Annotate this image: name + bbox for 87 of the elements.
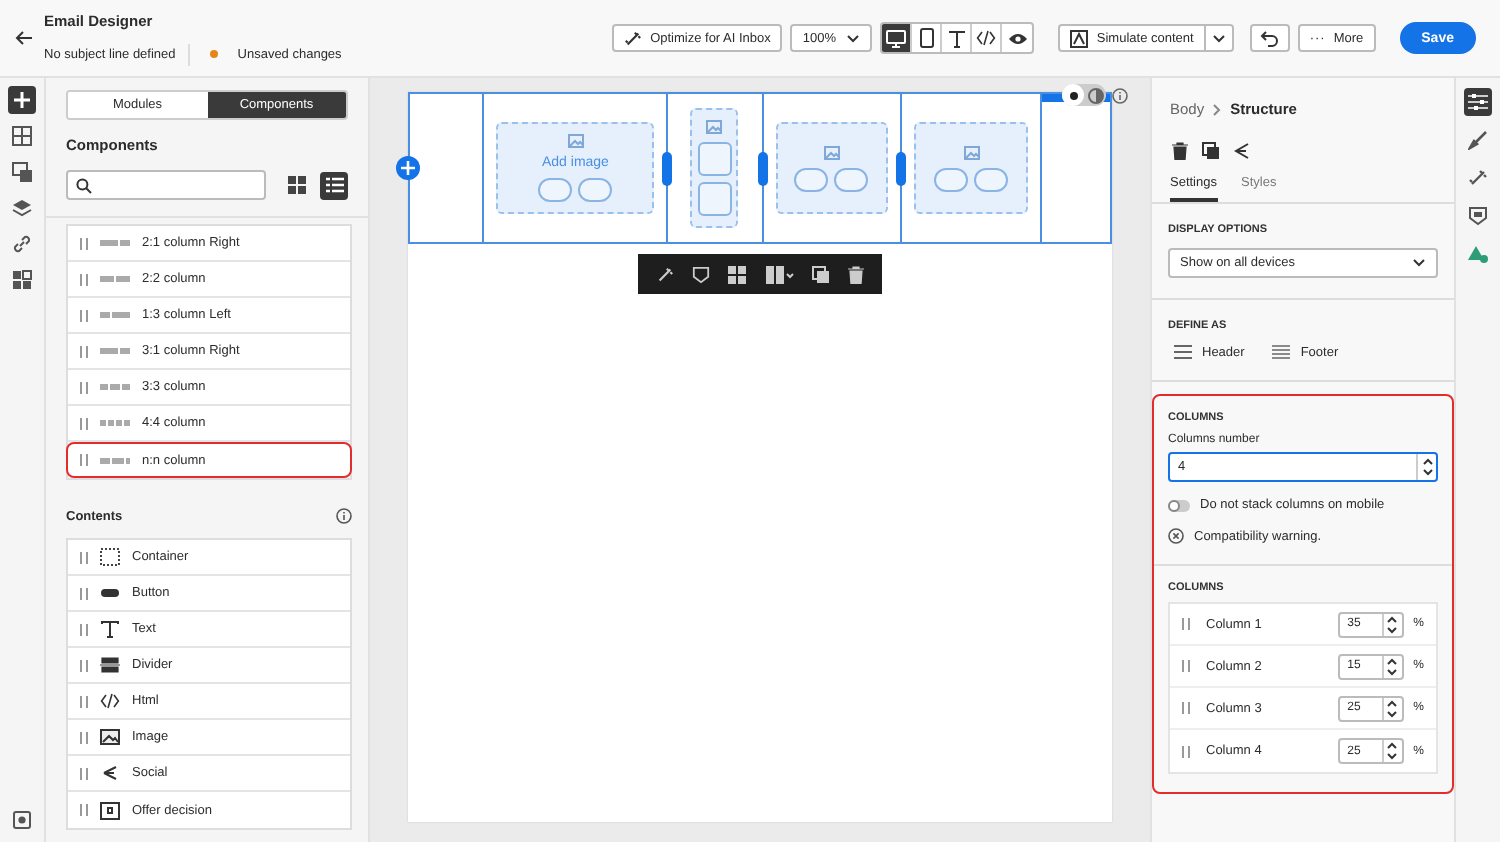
- html-icon: [100, 692, 120, 710]
- add-icon[interactable]: [396, 156, 420, 180]
- image-icon: [567, 134, 584, 148]
- grid-view-button[interactable]: [282, 171, 310, 199]
- desktop-view-button[interactable]: [882, 24, 913, 52]
- stack-toggle[interactable]: [1168, 499, 1190, 511]
- grid-icon: [287, 176, 305, 194]
- duplicate-icon[interactable]: [1202, 142, 1220, 160]
- social-icon: [100, 764, 120, 782]
- image-icon: [963, 145, 980, 159]
- chevron-down-icon[interactable]: [1386, 709, 1399, 717]
- undo-icon: [1259, 29, 1280, 47]
- plus-icon: [12, 90, 32, 110]
- chevron-down-icon[interactable]: [1386, 625, 1399, 633]
- apps-button[interactable]: [8, 266, 36, 294]
- settings-icon[interactable]: [12, 810, 32, 830]
- shapes-icon: [1468, 244, 1488, 264]
- grid-icon: [12, 126, 32, 146]
- chevron-icon: [1212, 103, 1223, 115]
- eye-icon: [1007, 31, 1028, 45]
- lines-icon: [1174, 344, 1192, 360]
- warning-icon: [1168, 528, 1184, 544]
- chevron-down-icon: [1412, 258, 1426, 268]
- apps-icon: [12, 270, 32, 290]
- brush-button[interactable]: [1464, 126, 1492, 154]
- contrast-icon: [1087, 87, 1103, 103]
- link-button[interactable]: [8, 230, 36, 258]
- simulate-menu-button[interactable]: [1205, 24, 1234, 52]
- columns-icon[interactable]: [765, 265, 794, 283]
- sparkle-icon[interactable]: [655, 265, 674, 283]
- chevron-up-icon[interactable]: [1386, 657, 1399, 665]
- duplicate-icon[interactable]: [811, 265, 830, 283]
- shield-icon: [1468, 206, 1488, 226]
- shield-icon[interactable]: [691, 265, 710, 283]
- layers-button[interactable]: [8, 194, 36, 222]
- chevron-down-icon[interactable]: [1386, 752, 1399, 760]
- assets-button[interactable]: [8, 158, 36, 186]
- share-icon[interactable]: [1234, 142, 1252, 160]
- search-icon: [76, 177, 92, 193]
- resize-handle[interactable]: [662, 152, 673, 186]
- undo-button[interactable]: [1249, 24, 1290, 52]
- add-button[interactable]: [8, 86, 36, 114]
- chevron-down-icon[interactable]: [1386, 667, 1399, 675]
- unsaved-dot: [209, 50, 218, 58]
- list-icon: [325, 176, 343, 194]
- arrow-left-icon: [14, 28, 34, 48]
- chevron-down-icon: [1211, 33, 1226, 43]
- text-icon: [947, 29, 966, 47]
- theme-toggle[interactable]: [1062, 84, 1106, 106]
- divider-icon: [100, 656, 120, 674]
- resize-handle[interactable]: [896, 152, 907, 186]
- delete-icon[interactable]: [1172, 142, 1188, 160]
- chevron-up-icon[interactable]: [1386, 699, 1399, 707]
- chevron-up-icon[interactable]: [1386, 742, 1399, 750]
- resize-handle[interactable]: [757, 152, 767, 186]
- info-icon[interactable]: [1112, 87, 1128, 103]
- info-icon[interactable]: [336, 508, 352, 524]
- image-icon: [823, 145, 840, 159]
- image-icon: [706, 120, 723, 134]
- grid-icon[interactable]: [728, 265, 747, 283]
- text-icon: [100, 620, 120, 638]
- chevron-down-icon: [846, 33, 861, 43]
- sliders-icon: [1468, 92, 1488, 112]
- shield-button[interactable]: [1464, 202, 1492, 230]
- code-icon: [976, 30, 997, 46]
- sparkle-icon: [624, 29, 643, 47]
- monitor-icon: [886, 29, 907, 47]
- image-icon: [1070, 29, 1089, 47]
- sun-icon: [1065, 87, 1081, 103]
- assets-icon: [12, 162, 32, 182]
- chevron-up-icon[interactable]: [1421, 458, 1433, 466]
- image-icon: [100, 728, 120, 746]
- chevron-up-icon[interactable]: [1386, 615, 1399, 623]
- list-view-button[interactable]: [320, 171, 348, 199]
- sparkle-icon: [1468, 168, 1488, 188]
- sliders-button[interactable]: [1464, 88, 1492, 116]
- offer-icon: [100, 801, 120, 819]
- lines-icon: [1272, 344, 1291, 360]
- button-icon: [100, 584, 120, 602]
- grid-button[interactable]: [8, 122, 36, 150]
- phone-icon: [919, 28, 934, 48]
- code-view-button[interactable]: [972, 24, 1003, 52]
- link-icon: [12, 234, 32, 254]
- search-field[interactable]: [66, 170, 266, 200]
- container-icon: [100, 548, 120, 566]
- layers-icon: [12, 198, 32, 218]
- chevron-down-icon[interactable]: [1421, 468, 1433, 476]
